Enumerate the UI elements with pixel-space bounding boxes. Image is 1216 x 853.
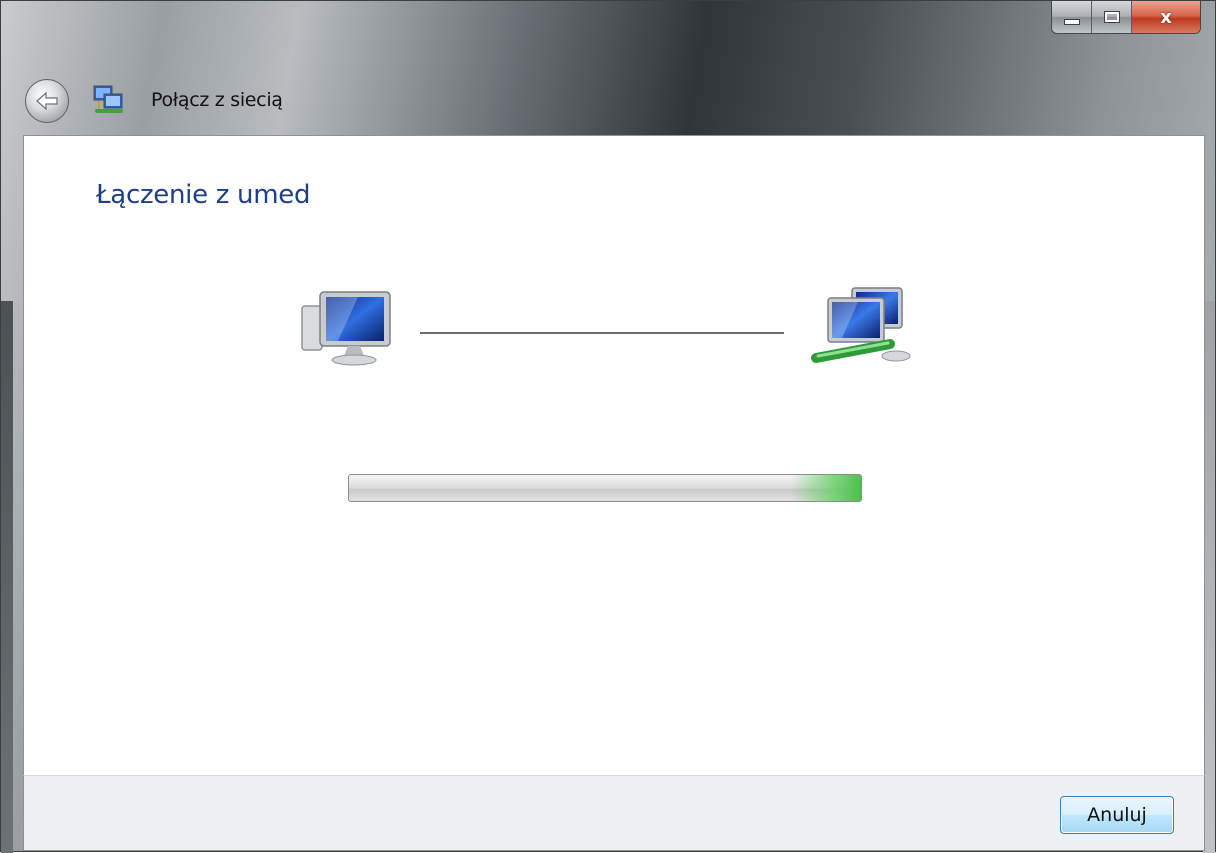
cancel-button[interactable]: Anuluj: [1060, 796, 1174, 834]
network-icon: [811, 287, 911, 363]
window-controls: x: [1051, 1, 1201, 34]
close-button[interactable]: x: [1132, 1, 1200, 33]
dialog-window: x Połącz z siecią Łączenie z umed Anuluj: [0, 0, 1216, 853]
window-title: Połącz z siecią: [151, 89, 283, 111]
dialog-footer: Anuluj: [23, 775, 1205, 851]
back-arrow-icon: [36, 91, 58, 111]
close-icon: x: [1160, 6, 1172, 28]
content-area: Łączenie z umed: [23, 135, 1205, 775]
page-heading: Łączenie z umed: [96, 180, 311, 210]
maximize-icon: [1103, 11, 1120, 23]
minimize-button[interactable]: [1052, 1, 1092, 33]
back-button[interactable]: [25, 79, 69, 123]
progress-indicator: [791, 475, 861, 501]
minimize-icon: [1063, 19, 1080, 25]
network-connect-icon: [93, 85, 123, 113]
connection-progress-bar: [348, 474, 862, 502]
computer-icon: [301, 291, 391, 366]
maximize-button[interactable]: [1092, 1, 1132, 33]
window-frame-left: [1, 301, 13, 853]
connection-line: [420, 332, 784, 334]
